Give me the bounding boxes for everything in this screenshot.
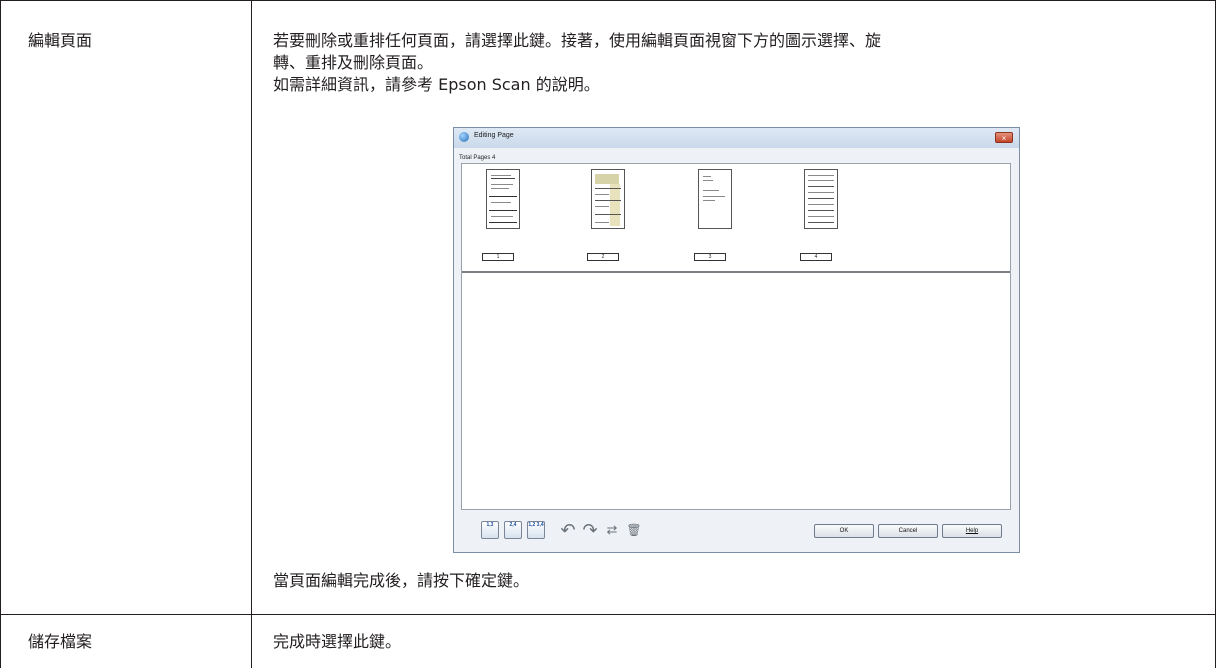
select-all-pages-button[interactable]: 1,2 3,4 — [527, 521, 545, 539]
page-number-label: 4 — [800, 253, 832, 261]
description-line: 如需詳細資訊，請參考 Epson Scan 的說明。 — [273, 75, 600, 94]
rotate-left-icon[interactable]: ↶ — [559, 521, 577, 539]
rotate-right-icon[interactable]: ↷ — [581, 521, 599, 539]
page-number-label: 2 — [587, 253, 619, 261]
close-icon[interactable]: × — [995, 132, 1013, 143]
page-preview — [804, 169, 838, 229]
description-line: 轉、重排及刪除頁面。 — [273, 53, 434, 72]
table-left-border — [0, 0, 1, 668]
row-description: 若要刪除或重排任何頁面，請選擇此鍵。接著，使用編輯頁面視窗下方的圖示選擇、旋 轉… — [273, 30, 1193, 96]
select-even-pages-button[interactable]: 2,4 — [504, 521, 522, 539]
page-number-label: 1 — [482, 253, 514, 261]
editing-page-dialog: Editing Page × Total Pages 4 1 2 3 4 1,3… — [453, 127, 1020, 553]
page-preview — [486, 169, 520, 229]
table-column-divider — [251, 0, 252, 668]
page-preview — [698, 169, 732, 229]
page-thumbnail-panel[interactable]: 1 2 3 4 — [461, 163, 1011, 510]
select-odd-pages-button[interactable]: 1,3 — [481, 521, 499, 539]
delete-icon[interactable]: 🗑 — [625, 521, 643, 539]
dialog-titlebar: Editing Page × — [454, 128, 1019, 148]
epson-app-icon — [459, 132, 469, 142]
table-row-divider — [0, 614, 1216, 615]
thumbnail-area-separator — [462, 271, 1010, 273]
dialog-title: Editing Page — [474, 132, 514, 139]
help-button[interactable]: Help — [942, 524, 1002, 538]
page-number-label: 3 — [694, 253, 726, 261]
reorder-icon[interactable]: ⇄ — [603, 521, 621, 539]
ok-button[interactable]: OK — [814, 524, 874, 538]
cancel-button[interactable]: Cancel — [878, 524, 938, 538]
row-label-editing-page: 編輯頁面 — [28, 31, 93, 50]
total-pages-label: Total Pages 4 — [459, 155, 496, 161]
page-thumbnail[interactable]: 3 — [694, 169, 740, 261]
page-preview — [591, 169, 625, 229]
row-description: 完成時選擇此鍵。 — [273, 632, 402, 651]
page-thumbnail[interactable]: 1 — [482, 169, 528, 261]
row-label-save-file: 儲存檔案 — [28, 632, 93, 651]
page-thumbnail[interactable]: 2 — [587, 169, 633, 261]
table-top-border — [0, 0, 1216, 1]
description-line: 若要刪除或重排任何頁面，請選擇此鍵。接著，使用編輯頁面視窗下方的圖示選擇、旋 — [273, 31, 882, 50]
page-thumbnail[interactable]: 4 — [800, 169, 846, 261]
after-edit-note: 當頁面編輯完成後，請按下確定鍵。 — [273, 571, 530, 590]
